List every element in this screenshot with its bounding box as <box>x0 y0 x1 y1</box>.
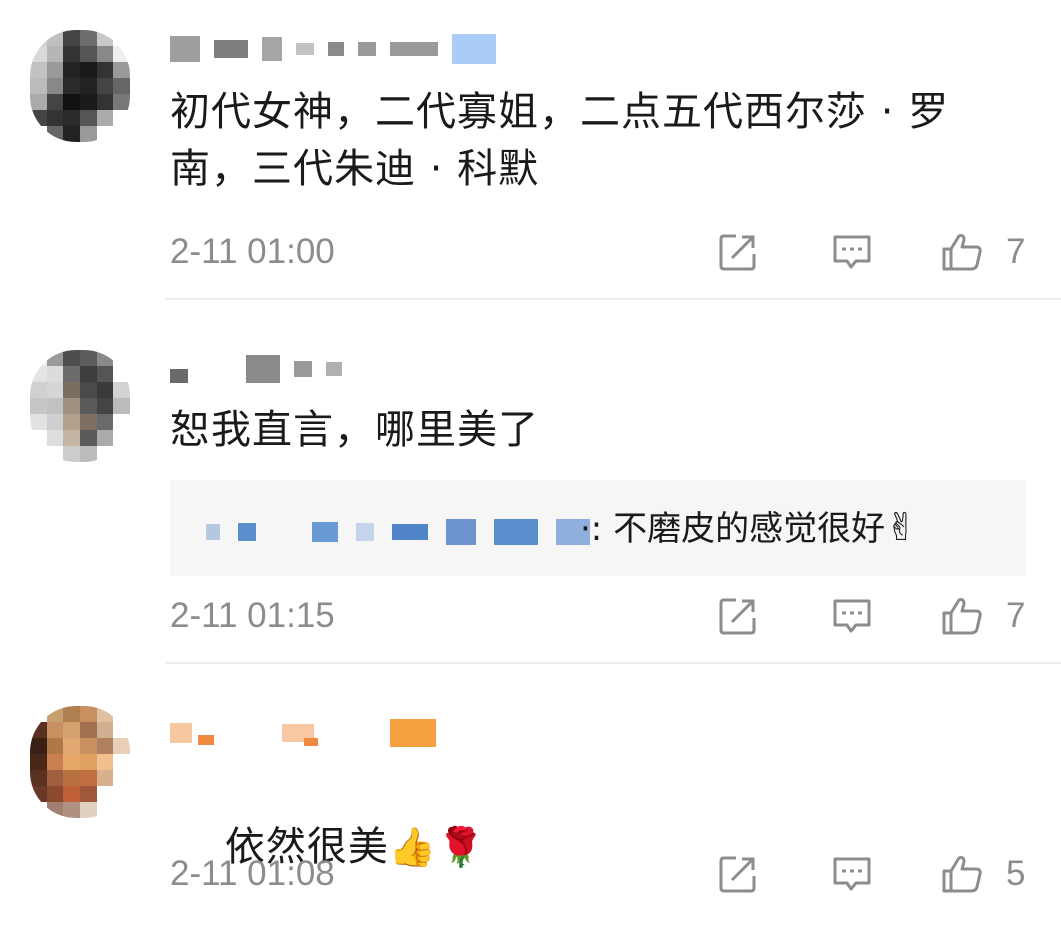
comment-icon[interactable] <box>830 230 874 274</box>
username-pixelated[interactable] <box>170 716 436 750</box>
comment-text: 初代女神，二代寡姐，二点五代西尔莎 · 罗南，三代朱迪 · 科默 <box>170 89 950 192</box>
comment-timestamp: 2-11 01:00 <box>170 232 335 271</box>
comment-text: 恕我直言，哪里美了 <box>170 407 539 453</box>
reply-text: ·: 不磨皮的感觉很好✌ <box>580 504 917 552</box>
reply-preview[interactable]: ·: 不磨皮的感觉很好✌ <box>170 480 1026 576</box>
share-icon[interactable] <box>716 852 760 896</box>
comment-icon[interactable] <box>830 594 874 638</box>
username-pixelated[interactable] <box>170 352 342 386</box>
like-count: 5 <box>1006 854 1026 893</box>
avatar[interactable] <box>30 350 130 462</box>
thumbs-up-icon[interactable] <box>940 230 984 274</box>
avatar[interactable] <box>30 30 130 142</box>
comment-item-3: 依然很美👍🌹 2-11 01:08 5 <box>0 664 1061 916</box>
comment-item-1: 初代女神，二代寡姐，二点五代西尔莎 · 罗南，三代朱迪 · 科默 2-11 01… <box>0 0 1061 300</box>
thumbs-up-icon[interactable] <box>940 852 984 896</box>
victory-hand-emoji: ✌ <box>885 505 917 549</box>
comment-text: 依然很美👍🌹 <box>170 762 1030 933</box>
comment-meta: 2-11 01:00 7 <box>170 230 1061 274</box>
thumbs-up-icon[interactable] <box>940 594 984 638</box>
avatar[interactable] <box>30 706 130 818</box>
username-pixelated[interactable] <box>170 32 496 66</box>
like-count: 7 <box>1006 596 1026 635</box>
share-icon[interactable] <box>716 594 760 638</box>
comment-timestamp: 2-11 01:08 <box>170 854 335 893</box>
comment-item-2: 恕我直言，哪里美了 ·: 不磨皮的感觉很好✌ 2-11 01:15 7 <box>0 300 1061 664</box>
reply-username-pixelated[interactable] <box>206 519 590 545</box>
share-icon[interactable] <box>716 230 760 274</box>
like-count: 7 <box>1006 232 1026 271</box>
comment-timestamp: 2-11 01:15 <box>170 596 335 635</box>
reply-text-content: ·: 不磨皮的感觉很好 <box>580 509 886 549</box>
comment-meta: 2-11 01:15 7 <box>170 594 1061 638</box>
comment-icon[interactable] <box>830 852 874 896</box>
comment-meta: 2-11 01:08 5 <box>170 852 1061 896</box>
